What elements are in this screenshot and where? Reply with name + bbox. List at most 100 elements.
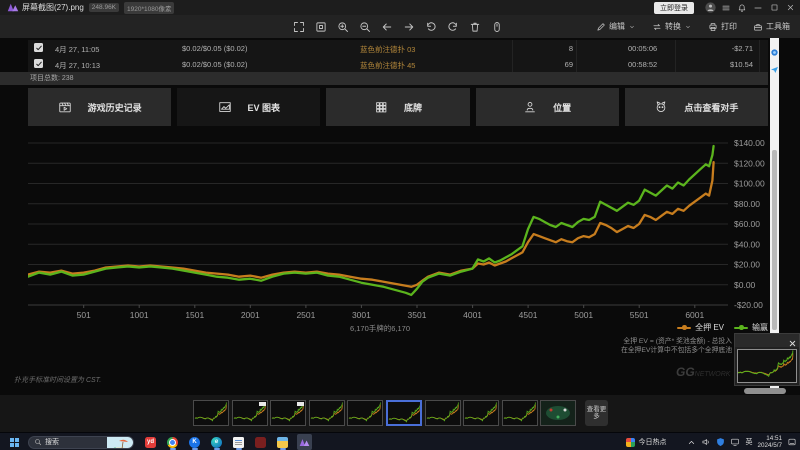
mini-chart: [738, 350, 794, 380]
filmstrip-thumbnail[interactable]: [502, 400, 538, 426]
mouse-button[interactable]: [486, 16, 507, 37]
row-checkbox[interactable]: [34, 59, 43, 68]
time: 14:51: [757, 435, 782, 442]
tab-label: EV 图表: [248, 101, 281, 114]
chart-icon: [218, 100, 232, 114]
tab-history[interactable]: 游戏历史记录: [28, 88, 171, 126]
monitor-icon[interactable]: [730, 437, 740, 447]
filmstrip-thumbnail[interactable]: [386, 400, 422, 426]
view-more-button[interactable]: 查看更多: [585, 400, 608, 426]
print-action[interactable]: 打印: [708, 21, 737, 32]
app-logo-icon: [7, 3, 19, 14]
svg-text:6001: 6001: [685, 310, 704, 320]
legend-item[interactable]: 输赢: [734, 322, 768, 333]
session-stakes: $0.02/$0.05 ($0.02): [182, 60, 247, 69]
fit-screen-button[interactable]: [288, 16, 309, 37]
filmstrip-thumbnail[interactable]: [425, 400, 461, 426]
taskbar-app-explorer[interactable]: [275, 434, 290, 450]
taskbar-search[interactable]: 搜索: [28, 436, 134, 449]
filmstrip-thumbnail[interactable]: [540, 400, 576, 426]
tab-label: 游戏历史记录: [88, 101, 142, 114]
session-row[interactable]: 4月 27, 10:13$0.02/$0.05 ($0.02)蓝色前注德扑 45…: [28, 56, 768, 73]
tab-opponents[interactable]: 点击查看对手: [625, 88, 768, 126]
zoom-in-button[interactable]: [332, 16, 353, 37]
shield-icon[interactable]: [716, 437, 725, 447]
prev: [381, 21, 393, 33]
login-button[interactable]: 立即登录: [654, 2, 694, 14]
speaker-icon: [701, 437, 711, 447]
toolbox-label: 工具箱: [766, 21, 790, 32]
filmstrip-thumbnail[interactable]: [193, 400, 229, 426]
menu-icon[interactable]: [718, 1, 734, 14]
zoom-out-button[interactable]: [354, 16, 375, 37]
taskbar-app-store-red[interactable]: [253, 434, 268, 450]
row-checkbox[interactable]: [34, 43, 43, 52]
ime-indicator[interactable]: 英: [745, 437, 752, 447]
dimensions-badge: 1920*1080像素: [124, 2, 174, 14]
taskbar-app-edge[interactable]: e: [209, 434, 224, 450]
close-icon[interactable]: [788, 335, 797, 353]
edit-label: 编辑: [609, 21, 625, 32]
rotate-right-button[interactable]: [442, 16, 463, 37]
filmstrip-thumbnail[interactable]: [232, 400, 268, 426]
scrollbar-thumb[interactable]: [772, 150, 777, 330]
chart-legend: 全押 EV 输赢: [667, 322, 768, 333]
delete-button[interactable]: [464, 16, 485, 37]
filmstrip-thumbnail[interactable]: [309, 400, 345, 426]
news-icon: [626, 438, 635, 447]
tab-label: 位置: [553, 101, 571, 114]
start-button[interactable]: [10, 438, 19, 447]
legend-item[interactable]: 全押 EV: [677, 322, 724, 333]
tab-ev-chart[interactable]: EV 图表: [177, 88, 320, 126]
pin-icon[interactable]: [734, 1, 750, 14]
popup-header: [735, 334, 799, 347]
caret-down-icon: [684, 23, 692, 31]
filmstrip-thumbnail[interactable]: [347, 400, 383, 426]
news-widget[interactable]: 今日热点: [626, 437, 666, 447]
speaker-icon[interactable]: [701, 437, 711, 447]
notification-icon[interactable]: [787, 437, 797, 447]
prev-button[interactable]: [376, 16, 397, 37]
next-button[interactable]: [398, 16, 419, 37]
chevron-up-icon[interactable]: [687, 438, 696, 447]
hands-count-label: 6,170手牌的6,170: [290, 323, 470, 334]
history-icon: [58, 100, 72, 114]
close-button[interactable]: [782, 1, 798, 14]
maximize-button[interactable]: [766, 1, 782, 14]
bubble-icon: [787, 437, 797, 447]
zoom-in: [337, 21, 349, 33]
total-count-bar: 项目总数: 238: [0, 72, 768, 85]
paper-plane-icon[interactable]: [771, 60, 778, 78]
check-icon: [35, 44, 43, 52]
position-icon: [523, 100, 537, 114]
fullscreen-button[interactable]: [310, 16, 331, 37]
convert-icon: [652, 22, 662, 32]
clock[interactable]: 14:51 2024/5/7: [757, 435, 782, 449]
taskbar-app-keeper[interactable]: K: [187, 434, 202, 450]
taskbar-app-notes[interactable]: [231, 434, 246, 450]
opponent-icon: [654, 100, 668, 114]
navigator-thumbnail[interactable]: [737, 349, 797, 383]
svg-text:4001: 4001: [463, 310, 482, 320]
filmstrip: 查看更多: [0, 395, 800, 432]
taskbar-app-aipic[interactable]: [297, 434, 312, 450]
tab-label: 底牌: [404, 101, 422, 114]
tab-holecards[interactable]: 底牌: [326, 88, 469, 126]
sidebar-app-icon[interactable]: [771, 43, 778, 61]
taskbar-app-chrome[interactable]: [165, 434, 180, 450]
taskbar-app-youdao[interactable]: yd: [143, 434, 158, 450]
cards-icon: [374, 100, 388, 114]
minimize-button[interactable]: [750, 1, 766, 14]
filmstrip-thumbnail[interactable]: [270, 400, 306, 426]
session-row[interactable]: 4月 27, 11:05$0.02/$0.05 ($0.02)蓝色前注德扑 03…: [28, 40, 768, 57]
tab-position[interactable]: 位置: [476, 88, 619, 126]
rotate-left-button[interactable]: [420, 16, 441, 37]
convert-action[interactable]: 转换: [652, 21, 692, 32]
filmstrip-thumbnail[interactable]: [463, 400, 499, 426]
avatar[interactable]: [702, 1, 718, 14]
print-icon: [708, 22, 718, 32]
svg-text:501: 501: [77, 310, 91, 320]
toolbox-action[interactable]: 工具箱: [753, 21, 790, 32]
edit-action[interactable]: 编辑: [596, 21, 636, 32]
svg-text:2501: 2501: [296, 310, 315, 320]
